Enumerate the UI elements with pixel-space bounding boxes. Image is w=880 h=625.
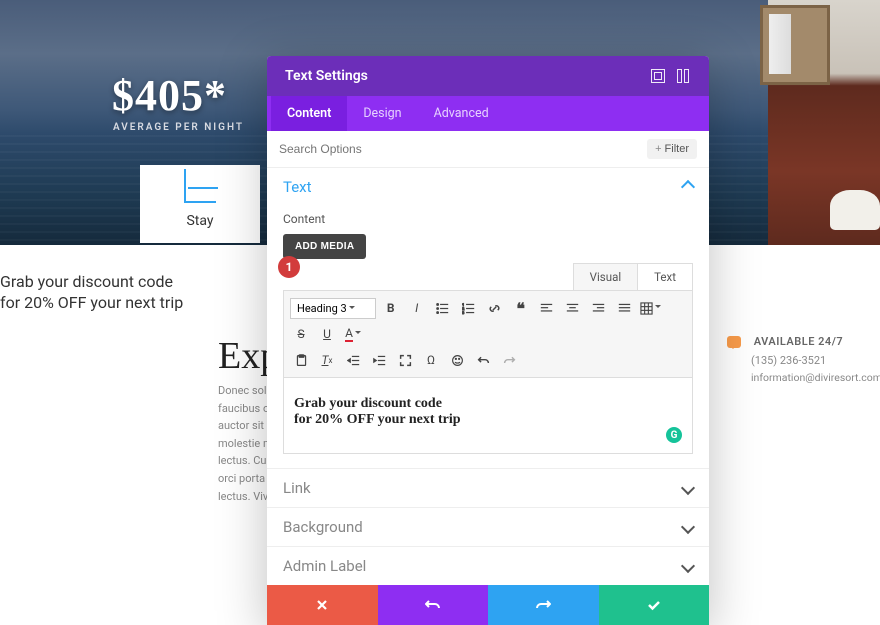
editor-mode-tabs: Visual Text <box>283 263 693 290</box>
chevron-down-icon <box>681 481 695 495</box>
emoji-icon[interactable] <box>446 349 468 371</box>
editor-tab-text[interactable]: Text <box>638 263 693 290</box>
section-link-label: Link <box>283 479 683 497</box>
discount-cta-text: Grab your discount code for 20% OFF your… <box>0 272 183 314</box>
add-media-button[interactable]: ADD MEDIA <box>283 234 366 259</box>
text-settings-modal: Text Settings Content Design Advanced Fi… <box>267 56 709 625</box>
section-text-toggle[interactable]: Text <box>267 168 709 206</box>
link-icon[interactable] <box>484 297 506 319</box>
step-badge-1: 1 <box>278 256 300 278</box>
clear-format-icon[interactable]: Tx <box>316 349 338 371</box>
search-options-bar: Filter <box>267 131 709 168</box>
undo-changes-button[interactable] <box>378 585 489 625</box>
special-char-icon[interactable]: Ω <box>420 349 442 371</box>
editor-line-1: Grab your discount code <box>294 396 682 412</box>
bold-icon[interactable]: B <box>380 297 402 319</box>
content-sub-label: Content <box>283 212 693 226</box>
layout-columns-icon[interactable] <box>677 69 691 83</box>
cta-line-2: for 20% OFF your next trip <box>0 293 183 314</box>
quote-icon[interactable]: ❝ <box>510 297 532 319</box>
settings-tabs: Content Design Advanced <box>267 96 709 131</box>
speech-bubble-icon <box>727 336 741 348</box>
avg-per-night-label: AVERAGE PER NIGHT <box>113 122 244 133</box>
editor-textarea[interactable]: Grab your discount code for 20% OFF your… <box>283 378 693 454</box>
tab-design[interactable]: Design <box>347 96 417 131</box>
expand-icon[interactable] <box>651 69 665 83</box>
strikethrough-icon[interactable]: S <box>290 323 312 345</box>
format-select[interactable]: Heading 3 <box>290 298 376 319</box>
search-options-input[interactable] <box>279 142 647 156</box>
align-center-icon[interactable] <box>562 297 584 319</box>
chevron-down-icon <box>681 559 695 573</box>
align-left-icon[interactable] <box>536 297 558 319</box>
modal-title: Text Settings <box>285 68 639 84</box>
stay-card[interactable]: Stay <box>140 165 260 243</box>
grammarly-icon[interactable]: G <box>666 427 682 443</box>
fullscreen-icon[interactable] <box>394 349 416 371</box>
contact-block: AVAILABLE 24/7 (135) 236-3521 informatio… <box>727 335 872 384</box>
hero-side-photo <box>768 0 880 245</box>
contact-phone: (135) 236-3521 <box>751 354 872 367</box>
tab-content[interactable]: Content <box>271 96 347 131</box>
svg-text:3: 3 <box>462 310 465 315</box>
section-link-toggle[interactable]: Link <box>267 469 709 507</box>
modal-header[interactable]: Text Settings <box>267 56 709 96</box>
align-justify-icon[interactable] <box>614 297 636 319</box>
section-admin-label: Admin Label <box>283 557 683 575</box>
section-background-label: Background <box>283 518 683 536</box>
section-text-label: Text <box>283 178 683 196</box>
editor-line-2: for 20% OFF your next trip <box>294 412 682 428</box>
redo-changes-button[interactable] <box>488 585 599 625</box>
paste-icon[interactable] <box>290 349 312 371</box>
section-background-toggle[interactable]: Background <box>267 508 709 546</box>
indent-icon[interactable] <box>368 349 390 371</box>
underline-icon[interactable]: U <box>316 323 338 345</box>
numbered-list-icon[interactable]: 123 <box>458 297 480 319</box>
bullet-list-icon[interactable] <box>432 297 454 319</box>
modal-footer <box>267 585 709 625</box>
bed-icon <box>184 179 216 203</box>
redo-icon[interactable] <box>498 349 520 371</box>
chevron-up-icon <box>681 180 695 194</box>
editor-toolbar: Heading 3 B I 123 ❝ S U A <box>283 290 693 378</box>
contact-email: information@diviresort.com <box>751 371 872 384</box>
tab-advanced[interactable]: Advanced <box>418 96 505 131</box>
stay-label: Stay <box>140 213 260 229</box>
table-icon[interactable] <box>640 297 662 319</box>
italic-icon[interactable]: I <box>406 297 428 319</box>
align-right-icon[interactable] <box>588 297 610 319</box>
outdent-icon[interactable] <box>342 349 364 371</box>
section-admin-toggle[interactable]: Admin Label <box>267 547 709 585</box>
save-button[interactable] <box>599 585 710 625</box>
filter-button[interactable]: Filter <box>647 139 697 159</box>
text-color-icon[interactable]: A <box>342 323 364 345</box>
chevron-down-icon <box>681 520 695 534</box>
cancel-button[interactable] <box>267 585 378 625</box>
editor-tab-visual[interactable]: Visual <box>573 263 638 290</box>
cta-line-1: Grab your discount code <box>0 272 183 293</box>
undo-icon[interactable] <box>472 349 494 371</box>
price-display: $405* <box>112 70 227 121</box>
available-label: AVAILABLE 24/7 <box>754 335 843 348</box>
